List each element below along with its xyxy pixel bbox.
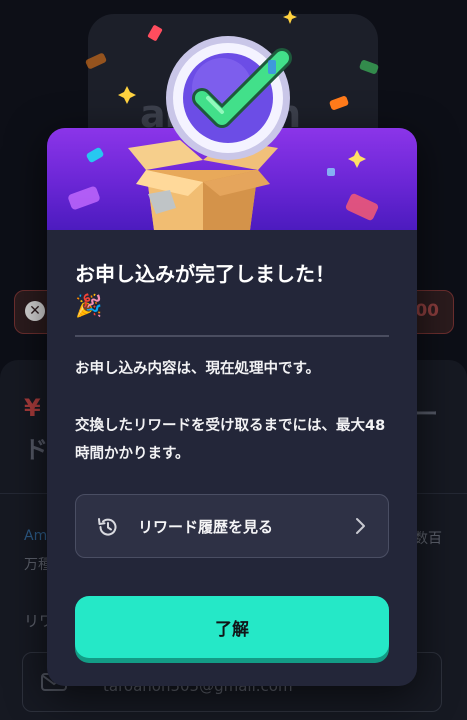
background-error-amount: 00 (415, 301, 439, 321)
modal-divider (75, 335, 389, 337)
background-title-fragment-left: ド (24, 436, 48, 464)
ok-button[interactable]: 了解 (75, 596, 389, 658)
background-price-symbol: ¥ (24, 394, 41, 422)
background-desc-left-1: Am (24, 528, 48, 544)
party-popper-icon: 🎉 (75, 294, 103, 319)
modal-message-delivery: 交換したリワードを受け取るまでには、最大48時間かかります。 (75, 418, 386, 462)
history-clock-icon (98, 518, 117, 536)
error-x-icon: ✕ (25, 301, 45, 321)
reward-history-button-label: リワード履歴を見る (138, 518, 274, 536)
background-title-fragment-right: ー (414, 400, 438, 428)
chevron-right-icon (356, 518, 365, 534)
modal-message-processing: お申し込み内容は、現在処理中です。 (75, 361, 321, 377)
ok-button-label: 了解 (215, 620, 249, 640)
modal-title: お申し込みが完了しました！ (75, 262, 335, 286)
reward-history-button[interactable]: リワード履歴を見る (75, 494, 389, 558)
background-desc-right: 数百 (414, 531, 442, 547)
floating-confetti (85, 10, 379, 110)
